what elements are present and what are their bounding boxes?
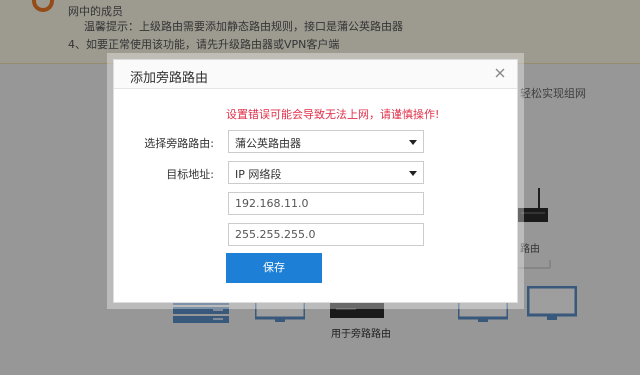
dialog-title: 添加旁路路由: [130, 71, 209, 86]
router-select[interactable]: 蒲公英路由器: [228, 130, 424, 153]
target-select[interactable]: IP 网络段: [228, 161, 424, 184]
router-select-value: 蒲公英路由器: [235, 137, 301, 150]
subnet-mask-input[interactable]: 255.255.255.0: [228, 223, 424, 246]
save-button[interactable]: 保存: [226, 253, 322, 283]
target-select-label: 目标地址:: [166, 168, 214, 181]
chevron-down-icon: [409, 140, 417, 145]
target-select-value: IP 网络段: [235, 168, 282, 181]
dialog-header: 添加旁路路由: [114, 60, 517, 89]
close-icon[interactable]: [493, 66, 507, 80]
chevron-down-icon: [409, 171, 417, 176]
ip-address-input[interactable]: 192.168.11.0: [228, 192, 424, 215]
add-bypass-router-dialog: 添加旁路路由 设置错误可能会导致无法上网，请谨慎操作! 选择旁路路由: 蒲公英路…: [113, 59, 518, 303]
warning-message: 设置错误可能会导致无法上网，请谨慎操作!: [226, 108, 440, 121]
router-select-label: 选择旁路路由:: [144, 137, 214, 150]
